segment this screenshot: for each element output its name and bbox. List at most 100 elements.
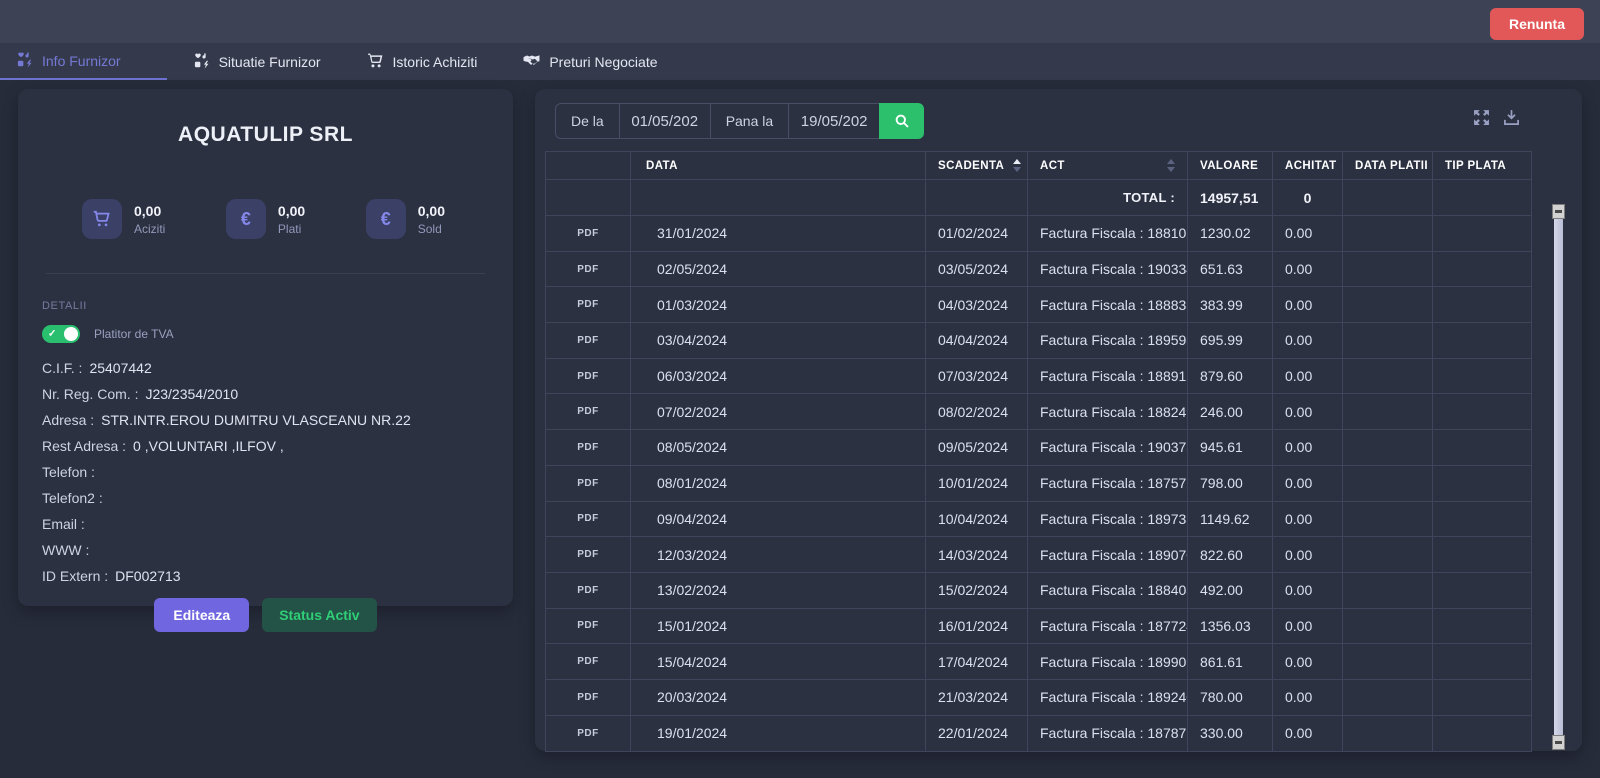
check-icon: ✓ xyxy=(48,328,56,339)
tab-istoric-achiziti[interactable]: Istoric Achiziti xyxy=(347,43,498,80)
cell-valoare: 330.00 xyxy=(1188,716,1273,752)
pdf-button[interactable]: PDF xyxy=(577,585,599,596)
renunta-button[interactable]: Renunta xyxy=(1490,8,1584,40)
editeaza-button[interactable]: Editeaza xyxy=(154,598,249,632)
sort-asc-icon xyxy=(1167,159,1175,164)
pdf-button[interactable]: PDF xyxy=(577,335,599,346)
cell-data: 12/03/2024 xyxy=(631,537,926,572)
cell-act: Factura Fiscala : 190334 xyxy=(1028,252,1188,287)
pdf-button[interactable]: PDF xyxy=(577,692,599,703)
cell-data-platii xyxy=(1343,644,1433,679)
main-content: AQUATULIP SRL 0,00 Aciziti € 0,00 Plati xyxy=(0,80,1600,760)
tabbar: Info Furnizor Situatie Furnizor Istoric … xyxy=(0,43,1600,80)
vat-toggle[interactable]: ✓ xyxy=(42,325,80,343)
table-row: PDF 12/03/2024 14/03/2024 Factura Fiscal… xyxy=(546,537,1531,573)
cell-act: Factura Fiscala : 187872 xyxy=(1028,716,1188,752)
column-header-act[interactable]: ACT xyxy=(1028,152,1188,179)
scrollbar-handle-bottom[interactable] xyxy=(1552,735,1565,750)
pdf-button[interactable]: PDF xyxy=(577,549,599,560)
pdf-button[interactable]: PDF xyxy=(577,478,599,489)
stat-label: Aciziti xyxy=(134,222,165,236)
sort-icons[interactable] xyxy=(1167,159,1175,172)
table-row: PDF 09/04/2024 10/04/2024 Factura Fiscal… xyxy=(546,502,1531,538)
cart-icon xyxy=(82,199,122,239)
column-header-achitat[interactable]: ACHITAT xyxy=(1273,152,1343,179)
expand-button[interactable] xyxy=(1473,109,1490,129)
cell-tip-plata xyxy=(1433,287,1531,322)
tab-situatie-furnizor[interactable]: Situatie Furnizor xyxy=(173,43,341,80)
pdf-button[interactable]: PDF xyxy=(577,299,599,310)
cell-tip-plata xyxy=(1433,466,1531,501)
search-button[interactable] xyxy=(879,103,924,139)
cell-data: 02/05/2024 xyxy=(631,252,926,287)
pdf-button[interactable]: PDF xyxy=(577,620,599,631)
cell-scadenta: 22/01/2024 xyxy=(926,716,1028,752)
cell-tip-plata xyxy=(1433,394,1531,429)
cell-scadenta: 01/02/2024 xyxy=(926,216,1028,251)
panel-icons xyxy=(1473,109,1520,129)
column-header-valoare[interactable]: VALOARE xyxy=(1188,152,1273,179)
table-row: PDF 15/01/2024 16/01/2024 Factura Fiscal… xyxy=(546,609,1531,645)
cell-valoare: 695.99 xyxy=(1188,323,1273,358)
cell-data-platii xyxy=(1343,537,1433,572)
cell-tip-plata xyxy=(1433,323,1531,358)
field-www: WWW : xyxy=(42,542,489,558)
pdf-button[interactable]: PDF xyxy=(577,406,599,417)
cell-valoare: 1149.62 xyxy=(1188,502,1273,537)
download-button[interactable] xyxy=(1503,109,1520,129)
cell-act: Factura Fiscala : 188835 xyxy=(1028,287,1188,322)
column-header-data[interactable]: DATA xyxy=(631,152,926,179)
cell-achitat: 0.00 xyxy=(1273,716,1343,752)
cell-achitat: 0.00 xyxy=(1273,573,1343,608)
cell-data: 01/03/2024 xyxy=(631,287,926,322)
stat-value: 0,00 xyxy=(278,203,305,219)
cell-data-platii xyxy=(1343,287,1433,322)
cell-tip-plata xyxy=(1433,609,1531,644)
pdf-button[interactable]: PDF xyxy=(577,228,599,239)
tab-label: Preturi Negociate xyxy=(549,54,657,70)
cell-valoare: 780.00 xyxy=(1188,680,1273,715)
pdf-button[interactable]: PDF xyxy=(577,371,599,382)
tab-preturi-negociate[interactable]: Preturi Negociate xyxy=(503,43,677,80)
pdf-button[interactable]: PDF xyxy=(577,442,599,453)
column-header-data-platii[interactable]: DATA PLATII xyxy=(1343,152,1433,179)
icons-icon xyxy=(16,51,33,71)
invoices-table: DATA SCADENTA ACT VALOARE ACHITAT DATA P… xyxy=(545,151,1532,752)
pdf-button[interactable]: PDF xyxy=(577,513,599,524)
cell-valoare: 861.61 xyxy=(1188,644,1273,679)
date-from-label: De la xyxy=(555,103,620,139)
cell-tip-plata xyxy=(1433,430,1531,465)
cell-act: Factura Fiscala : 188915 xyxy=(1028,359,1188,394)
field-rest-adresa: Rest Adresa :0 ,VOLUNTARI ,ILFOV , xyxy=(42,438,489,454)
table-scrollbar[interactable] xyxy=(1554,207,1563,747)
stat-aciziti: 0,00 Aciziti xyxy=(82,199,165,239)
sort-icons[interactable] xyxy=(1013,159,1021,172)
cell-data: 20/03/2024 xyxy=(631,680,926,715)
pdf-button[interactable]: PDF xyxy=(577,264,599,275)
cell-tip-plata xyxy=(1433,644,1531,679)
tab-info-furnizor[interactable]: Info Furnizor xyxy=(0,43,167,80)
pdf-button[interactable]: PDF xyxy=(577,656,599,667)
stat-value: 0,00 xyxy=(134,203,165,219)
cell-tip-plata xyxy=(1433,359,1531,394)
date-to-input[interactable] xyxy=(788,103,880,139)
cell-scadenta: 16/01/2024 xyxy=(926,609,1028,644)
cell-tip-plata xyxy=(1433,502,1531,537)
handshake-icon xyxy=(523,52,540,72)
sort-desc-icon xyxy=(1013,167,1021,172)
tab-label: Situatie Furnizor xyxy=(219,54,321,70)
stat-value: 0,00 xyxy=(418,203,445,219)
column-header-tip-plata[interactable]: TIP PLATA xyxy=(1433,152,1531,179)
cell-data-platii xyxy=(1343,359,1433,394)
table-row: PDF 15/04/2024 17/04/2024 Factura Fiscal… xyxy=(546,644,1531,680)
cell-valoare: 945.61 xyxy=(1188,430,1273,465)
status-activ-button[interactable]: Status Activ xyxy=(262,598,376,632)
cell-act: Factura Fiscala : 187572 xyxy=(1028,466,1188,501)
pdf-button[interactable]: PDF xyxy=(577,728,599,739)
cell-scadenta: 21/03/2024 xyxy=(926,680,1028,715)
scrollbar-handle-top[interactable] xyxy=(1552,204,1565,219)
total-valoare: 14957,51 xyxy=(1188,180,1273,215)
date-from-input[interactable] xyxy=(619,103,711,139)
cell-data: 08/01/2024 xyxy=(631,466,926,501)
column-header-scadenta[interactable]: SCADENTA xyxy=(926,152,1028,179)
